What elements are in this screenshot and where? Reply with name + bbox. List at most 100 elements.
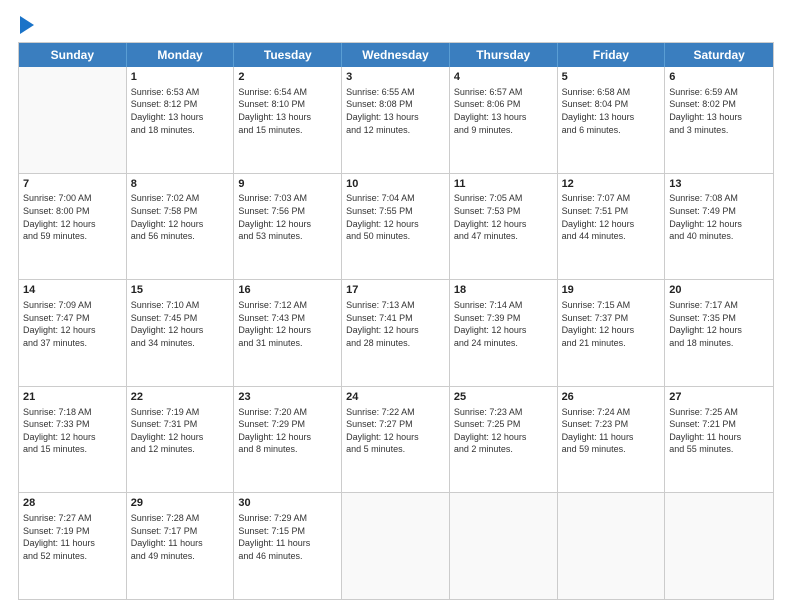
day-info: Sunrise: 7:00 AMSunset: 8:00 PMDaylight:… [23,192,122,242]
calendar-day-16: 16Sunrise: 7:12 AMSunset: 7:43 PMDayligh… [234,280,342,386]
header-day-tuesday: Tuesday [234,43,342,67]
header-day-friday: Friday [558,43,666,67]
calendar-empty-cell [19,67,127,173]
day-number: 29 [131,496,230,511]
calendar-empty-cell [342,493,450,599]
calendar-header: SundayMondayTuesdayWednesdayThursdayFrid… [19,43,773,67]
calendar-day-30: 30Sunrise: 7:29 AMSunset: 7:15 PMDayligh… [234,493,342,599]
calendar-day-15: 15Sunrise: 7:10 AMSunset: 7:45 PMDayligh… [127,280,235,386]
day-info: Sunrise: 7:08 AMSunset: 7:49 PMDaylight:… [669,192,769,242]
day-number: 18 [454,283,553,298]
calendar-day-9: 9Sunrise: 7:03 AMSunset: 7:56 PMDaylight… [234,174,342,280]
calendar-day-23: 23Sunrise: 7:20 AMSunset: 7:29 PMDayligh… [234,387,342,493]
day-number: 21 [23,390,122,405]
calendar-day-26: 26Sunrise: 7:24 AMSunset: 7:23 PMDayligh… [558,387,666,493]
day-info: Sunrise: 7:14 AMSunset: 7:39 PMDaylight:… [454,299,553,349]
day-number: 1 [131,70,230,85]
day-number: 4 [454,70,553,85]
day-info: Sunrise: 7:17 AMSunset: 7:35 PMDaylight:… [669,299,769,349]
day-info: Sunrise: 7:19 AMSunset: 7:31 PMDaylight:… [131,406,230,456]
day-info: Sunrise: 7:29 AMSunset: 7:15 PMDaylight:… [238,512,337,562]
day-info: Sunrise: 6:55 AMSunset: 8:08 PMDaylight:… [346,86,445,136]
calendar-day-22: 22Sunrise: 7:19 AMSunset: 7:31 PMDayligh… [127,387,235,493]
calendar-day-8: 8Sunrise: 7:02 AMSunset: 7:58 PMDaylight… [127,174,235,280]
calendar-day-25: 25Sunrise: 7:23 AMSunset: 7:25 PMDayligh… [450,387,558,493]
day-number: 17 [346,283,445,298]
calendar-day-24: 24Sunrise: 7:22 AMSunset: 7:27 PMDayligh… [342,387,450,493]
day-number: 10 [346,177,445,192]
day-info: Sunrise: 7:23 AMSunset: 7:25 PMDaylight:… [454,406,553,456]
calendar-day-18: 18Sunrise: 7:14 AMSunset: 7:39 PMDayligh… [450,280,558,386]
calendar: SundayMondayTuesdayWednesdayThursdayFrid… [18,42,774,600]
day-number: 25 [454,390,553,405]
calendar-day-14: 14Sunrise: 7:09 AMSunset: 7:47 PMDayligh… [19,280,127,386]
logo-arrow-icon [20,16,34,34]
day-info: Sunrise: 7:07 AMSunset: 7:51 PMDaylight:… [562,192,661,242]
header-day-wednesday: Wednesday [342,43,450,67]
calendar-day-13: 13Sunrise: 7:08 AMSunset: 7:49 PMDayligh… [665,174,773,280]
calendar-day-3: 3Sunrise: 6:55 AMSunset: 8:08 PMDaylight… [342,67,450,173]
day-info: Sunrise: 6:58 AMSunset: 8:04 PMDaylight:… [562,86,661,136]
day-number: 5 [562,70,661,85]
day-number: 2 [238,70,337,85]
day-info: Sunrise: 7:20 AMSunset: 7:29 PMDaylight:… [238,406,337,456]
day-info: Sunrise: 7:27 AMSunset: 7:19 PMDaylight:… [23,512,122,562]
day-info: Sunrise: 7:28 AMSunset: 7:17 PMDaylight:… [131,512,230,562]
calendar-day-11: 11Sunrise: 7:05 AMSunset: 7:53 PMDayligh… [450,174,558,280]
day-number: 28 [23,496,122,511]
calendar-day-12: 12Sunrise: 7:07 AMSunset: 7:51 PMDayligh… [558,174,666,280]
calendar-empty-cell [450,493,558,599]
day-number: 7 [23,177,122,192]
logo [18,18,34,34]
header-day-sunday: Sunday [19,43,127,67]
calendar-empty-cell [558,493,666,599]
day-number: 27 [669,390,769,405]
calendar-day-6: 6Sunrise: 6:59 AMSunset: 8:02 PMDaylight… [665,67,773,173]
day-number: 24 [346,390,445,405]
day-info: Sunrise: 7:10 AMSunset: 7:45 PMDaylight:… [131,299,230,349]
calendar-day-21: 21Sunrise: 7:18 AMSunset: 7:33 PMDayligh… [19,387,127,493]
calendar-day-1: 1Sunrise: 6:53 AMSunset: 8:12 PMDaylight… [127,67,235,173]
day-number: 6 [669,70,769,85]
day-number: 14 [23,283,122,298]
calendar-day-10: 10Sunrise: 7:04 AMSunset: 7:55 PMDayligh… [342,174,450,280]
header-day-thursday: Thursday [450,43,558,67]
day-info: Sunrise: 7:25 AMSunset: 7:21 PMDaylight:… [669,406,769,456]
day-info: Sunrise: 6:53 AMSunset: 8:12 PMDaylight:… [131,86,230,136]
day-info: Sunrise: 7:24 AMSunset: 7:23 PMDaylight:… [562,406,661,456]
day-info: Sunrise: 7:05 AMSunset: 7:53 PMDaylight:… [454,192,553,242]
day-info: Sunrise: 6:57 AMSunset: 8:06 PMDaylight:… [454,86,553,136]
header-day-saturday: Saturday [665,43,773,67]
day-number: 16 [238,283,337,298]
day-info: Sunrise: 7:13 AMSunset: 7:41 PMDaylight:… [346,299,445,349]
day-info: Sunrise: 6:54 AMSunset: 8:10 PMDaylight:… [238,86,337,136]
day-number: 13 [669,177,769,192]
day-info: Sunrise: 7:12 AMSunset: 7:43 PMDaylight:… [238,299,337,349]
day-info: Sunrise: 7:22 AMSunset: 7:27 PMDaylight:… [346,406,445,456]
calendar-week-4: 21Sunrise: 7:18 AMSunset: 7:33 PMDayligh… [19,386,773,493]
calendar-day-7: 7Sunrise: 7:00 AMSunset: 8:00 PMDaylight… [19,174,127,280]
calendar-body: 1Sunrise: 6:53 AMSunset: 8:12 PMDaylight… [19,67,773,599]
calendar-week-5: 28Sunrise: 7:27 AMSunset: 7:19 PMDayligh… [19,492,773,599]
calendar-day-20: 20Sunrise: 7:17 AMSunset: 7:35 PMDayligh… [665,280,773,386]
calendar-day-5: 5Sunrise: 6:58 AMSunset: 8:04 PMDaylight… [558,67,666,173]
day-number: 20 [669,283,769,298]
calendar-day-17: 17Sunrise: 7:13 AMSunset: 7:41 PMDayligh… [342,280,450,386]
calendar-week-1: 1Sunrise: 6:53 AMSunset: 8:12 PMDaylight… [19,67,773,173]
calendar-week-3: 14Sunrise: 7:09 AMSunset: 7:47 PMDayligh… [19,279,773,386]
day-number: 23 [238,390,337,405]
calendar-day-2: 2Sunrise: 6:54 AMSunset: 8:10 PMDaylight… [234,67,342,173]
calendar-day-27: 27Sunrise: 7:25 AMSunset: 7:21 PMDayligh… [665,387,773,493]
day-number: 19 [562,283,661,298]
day-info: Sunrise: 7:09 AMSunset: 7:47 PMDaylight:… [23,299,122,349]
day-number: 22 [131,390,230,405]
calendar-day-4: 4Sunrise: 6:57 AMSunset: 8:06 PMDaylight… [450,67,558,173]
day-number: 15 [131,283,230,298]
calendar-day-29: 29Sunrise: 7:28 AMSunset: 7:17 PMDayligh… [127,493,235,599]
day-info: Sunrise: 7:04 AMSunset: 7:55 PMDaylight:… [346,192,445,242]
calendar-day-19: 19Sunrise: 7:15 AMSunset: 7:37 PMDayligh… [558,280,666,386]
page-header [18,18,774,34]
day-info: Sunrise: 6:59 AMSunset: 8:02 PMDaylight:… [669,86,769,136]
day-number: 3 [346,70,445,85]
day-info: Sunrise: 7:15 AMSunset: 7:37 PMDaylight:… [562,299,661,349]
